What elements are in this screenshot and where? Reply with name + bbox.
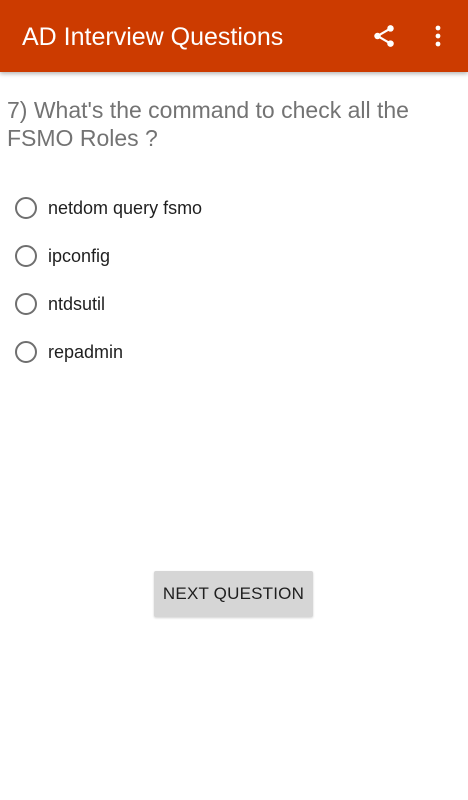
radio-button[interactable]: [15, 197, 37, 219]
option-repadmin[interactable]: repadmin: [12, 328, 452, 376]
question-text: 7) What's the command to check all the F…: [7, 97, 409, 151]
share-icon: [374, 25, 394, 47]
next-question-button[interactable]: NEXT QUESTION: [154, 571, 313, 617]
app-toolbar: AD Interview Questions: [0, 0, 468, 72]
option-label: repadmin: [48, 342, 124, 362]
overflow-menu-button[interactable]: [418, 14, 458, 58]
app-title: AD Interview Questions: [22, 23, 284, 51]
option-netdom-query-fsmo[interactable]: netdom query fsmo: [12, 184, 452, 232]
radio-button[interactable]: [15, 293, 37, 315]
option-label: ipconfig: [48, 246, 111, 266]
option-label: ntdsutil: [48, 294, 106, 314]
radio-button[interactable]: [15, 341, 37, 363]
more-vert-icon: [435, 25, 441, 47]
option-label: netdom query fsmo: [48, 198, 203, 218]
share-button[interactable]: [362, 14, 406, 58]
option-ntdsutil[interactable]: ntdsutil: [12, 280, 452, 328]
answer-options: netdom query fsmo ipconfig ntdsutil repa…: [12, 184, 452, 376]
radio-button[interactable]: [15, 245, 37, 267]
app-screen: AD Interview Questions 7) What's the com…: [0, 0, 468, 800]
option-ipconfig[interactable]: ipconfig: [12, 232, 452, 280]
